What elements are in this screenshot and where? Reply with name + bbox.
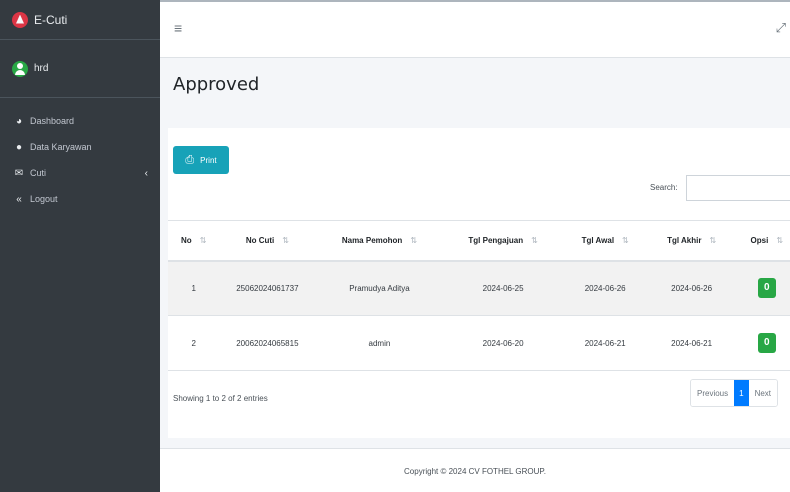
print-icon: ⎙ xyxy=(185,153,195,166)
sort-icon: ⇅ xyxy=(531,235,538,245)
cell-tgl-awal: 2024-06-21 xyxy=(562,315,648,371)
cell-opsi: 0 xyxy=(735,260,790,316)
cell-tgl-akhir: 2024-06-21 xyxy=(647,315,736,371)
cell-no-cuti: 25062024061737 xyxy=(219,260,316,316)
opsi-button[interactable]: 0 xyxy=(757,333,776,353)
sidebar-item-label: Data Karyawan xyxy=(30,142,92,152)
menu-toggle-icon[interactable]: ≡ xyxy=(174,20,182,36)
cell-tgl-awal: 2024-06-26 xyxy=(562,260,648,316)
cell-tgl-pengajuan: 2024-06-20 xyxy=(443,315,563,371)
column-header-no[interactable]: No ⇅ xyxy=(168,220,220,262)
table-row: 1 25062024061737 Pramudya Aditya 2024-06… xyxy=(168,260,790,316)
table-info: Showing 1 to 2 of 2 entries xyxy=(173,394,268,403)
cell-tgl-akhir: 2024-06-26 xyxy=(647,260,736,316)
pagination-page-1[interactable]: 1 xyxy=(734,380,749,406)
content-wrapper: ≡ ⤢ Approved ⎙ Print Search: No ⇅ No Cuti… xyxy=(160,0,790,492)
opsi-button[interactable]: 0 xyxy=(757,278,776,299)
print-button-label: Print xyxy=(200,155,217,165)
user-name: hrd xyxy=(34,63,49,74)
approved-table: No ⇅ No Cuti ⇅ Nama Pemohon ⇅ Tgl Pengajuan… xyxy=(168,220,790,371)
fullscreen-icon[interactable]: ⤢ xyxy=(776,20,786,36)
column-header-opsi[interactable]: Opsi ⇅ xyxy=(735,220,790,262)
search-label: Search: xyxy=(650,183,678,192)
cell-no: 2 xyxy=(168,315,220,371)
sort-icon: ⇅ xyxy=(709,235,717,245)
double-chevron-left-icon: « xyxy=(16,193,22,205)
sidebar-item-dashboard[interactable]: ◕ Dashboard xyxy=(0,108,160,134)
sort-icon: ⇅ xyxy=(776,235,784,245)
dashboard-icon: ◕ xyxy=(15,115,23,127)
column-header-tgl-akhir[interactable]: Tgl Akhir ⇅ xyxy=(647,220,736,262)
sidebar-item-logout[interactable]: « Logout xyxy=(0,186,160,212)
pagination-next[interactable]: Next xyxy=(748,380,778,406)
column-header-tgl-awal[interactable]: Tgl Awal ⇅ xyxy=(562,220,648,262)
cell-no: 1 xyxy=(168,260,220,316)
cell-no-cuti: 20062024065815 xyxy=(219,315,316,371)
cell-nama-pemohon: admin xyxy=(315,315,444,371)
sort-icon: ⇅ xyxy=(282,235,289,245)
sidebar-item-label: Logout xyxy=(30,194,58,204)
chevron-left-icon: ‹ xyxy=(144,167,148,179)
sidebar-item-label: Dashboard xyxy=(30,116,75,126)
sidebar: E-Cuti hrd ◕ Dashboard ● Data Karyawan ✉… xyxy=(0,0,160,492)
sidebar-item-label: Cuti xyxy=(30,168,47,178)
brand-link[interactable]: E-Cuti xyxy=(0,0,160,40)
user-icon: ● xyxy=(15,141,23,153)
print-button[interactable]: ⎙ Print xyxy=(173,146,229,174)
app-logo-icon xyxy=(12,11,28,28)
cell-tgl-pengajuan: 2024-06-25 xyxy=(443,260,563,316)
sort-icon: ⇅ xyxy=(622,235,629,245)
approved-card: ⎙ Print Search: No ⇅ No Cuti ⇅ Nama Pemoho… xyxy=(168,128,790,438)
top-navbar: ≡ ⤢ xyxy=(160,0,790,58)
avatar xyxy=(12,60,28,77)
sidebar-item-cuti[interactable]: ✉ Cuti ‹ xyxy=(0,160,160,186)
sort-icon: ⇅ xyxy=(410,235,418,245)
copyright-text: Copyright © 2024 CV FOTHEL GROUP. xyxy=(404,467,546,476)
page-footer: Copyright © 2024 CV FOTHEL GROUP. xyxy=(160,448,790,492)
pagination: Previous 1 Next xyxy=(690,379,779,407)
column-header-no-cuti[interactable]: No Cuti ⇅ xyxy=(219,220,316,262)
pagination-previous[interactable]: Previous xyxy=(691,380,735,406)
user-panel[interactable]: hrd xyxy=(0,40,160,98)
search-input[interactable] xyxy=(686,175,790,201)
column-header-tgl-pengajuan[interactable]: Tgl Pengajuan ⇅ xyxy=(443,220,563,262)
cell-opsi: 0 xyxy=(735,315,790,371)
sidebar-item-data-karyawan[interactable]: ● Data Karyawan xyxy=(0,134,160,160)
sort-icon: ⇅ xyxy=(199,235,207,245)
envelope-icon: ✉ xyxy=(14,167,24,179)
column-header-nama-pemohon[interactable]: Nama Pemohon ⇅ xyxy=(315,220,444,262)
sidebar-nav: ◕ Dashboard ● Data Karyawan ✉ Cuti ‹ « L… xyxy=(0,98,160,212)
table-header-row: No ⇅ No Cuti ⇅ Nama Pemohon ⇅ Tgl Pengajuan… xyxy=(168,220,790,262)
table-row: 2 20062024065815 admin 2024-06-20 2024-0… xyxy=(168,315,790,371)
page-title: Approved xyxy=(173,74,260,95)
cell-nama-pemohon: Pramudya Aditya xyxy=(315,260,444,316)
brand-text: E-Cuti xyxy=(34,12,68,27)
